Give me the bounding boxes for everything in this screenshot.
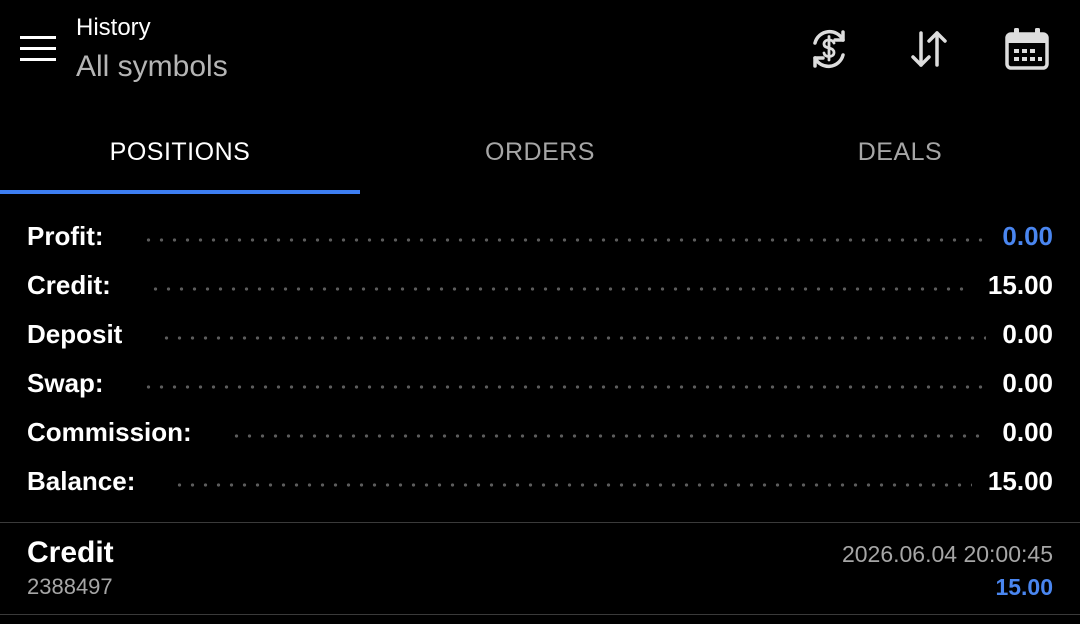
symbol-filter[interactable]: All symbols: [76, 50, 228, 84]
summary-row-balance: Balance: 15.00: [27, 457, 1053, 506]
summary-value: 15.00: [987, 270, 1053, 300]
dotted-leader: [141, 235, 987, 244]
deal-amount: 15.00: [995, 574, 1053, 600]
summary-value: 15.00: [987, 466, 1053, 496]
tab-deals[interactable]: DEALS: [720, 112, 1080, 192]
summary-label: Credit:: [27, 270, 111, 300]
dotted-leader: [229, 431, 987, 440]
summary-row-commission: Commission: 0.00: [27, 408, 1053, 457]
summary-value: 0.00: [1002, 319, 1053, 349]
dotted-leader: [141, 382, 987, 391]
top-app-bar: History All symbols: [0, 0, 1080, 110]
calendar-icon[interactable]: [1004, 26, 1050, 72]
summary-value: 0.00: [1002, 221, 1053, 251]
summary-row-swap: Swap: 0.00: [27, 359, 1053, 408]
summary-value: 0.00: [1002, 417, 1053, 447]
summary-row-profit: Profit: 0.00: [27, 212, 1053, 261]
summary-row-credit: Credit: 15.00: [27, 261, 1053, 310]
sort-icon[interactable]: [906, 26, 952, 72]
menu-icon[interactable]: [20, 36, 56, 62]
summary-label: Deposit: [27, 319, 123, 349]
deal-list-item[interactable]: Credit 2388497 2026.06.04 20:00:45 15.00: [0, 524, 1080, 614]
tab-orders[interactable]: ORDERS: [360, 112, 720, 192]
active-tab-indicator: [0, 190, 360, 194]
divider: [0, 522, 1080, 523]
summary-value: 0.00: [1002, 368, 1053, 398]
divider: [0, 614, 1080, 615]
deal-time: 2026.06.04 20:00:45: [841, 541, 1053, 567]
currency-exchange-icon[interactable]: [806, 26, 852, 72]
tab-bar: POSITIONS ORDERS DEALS: [0, 112, 1080, 194]
deal-id: 2388497: [27, 574, 113, 599]
dotted-leader: [160, 333, 987, 342]
tab-positions[interactable]: POSITIONS: [0, 112, 360, 192]
summary-label: Commission:: [27, 417, 192, 447]
deal-type: Credit: [27, 536, 114, 569]
dotted-leader: [148, 284, 972, 293]
summary-label: Swap:: [27, 368, 104, 398]
summary-row-deposit: Deposit 0.00: [27, 310, 1053, 359]
dotted-leader: [173, 480, 972, 489]
summary-label: Profit:: [27, 221, 104, 251]
page-title: History: [76, 14, 151, 41]
summary-label: Balance:: [27, 466, 136, 496]
